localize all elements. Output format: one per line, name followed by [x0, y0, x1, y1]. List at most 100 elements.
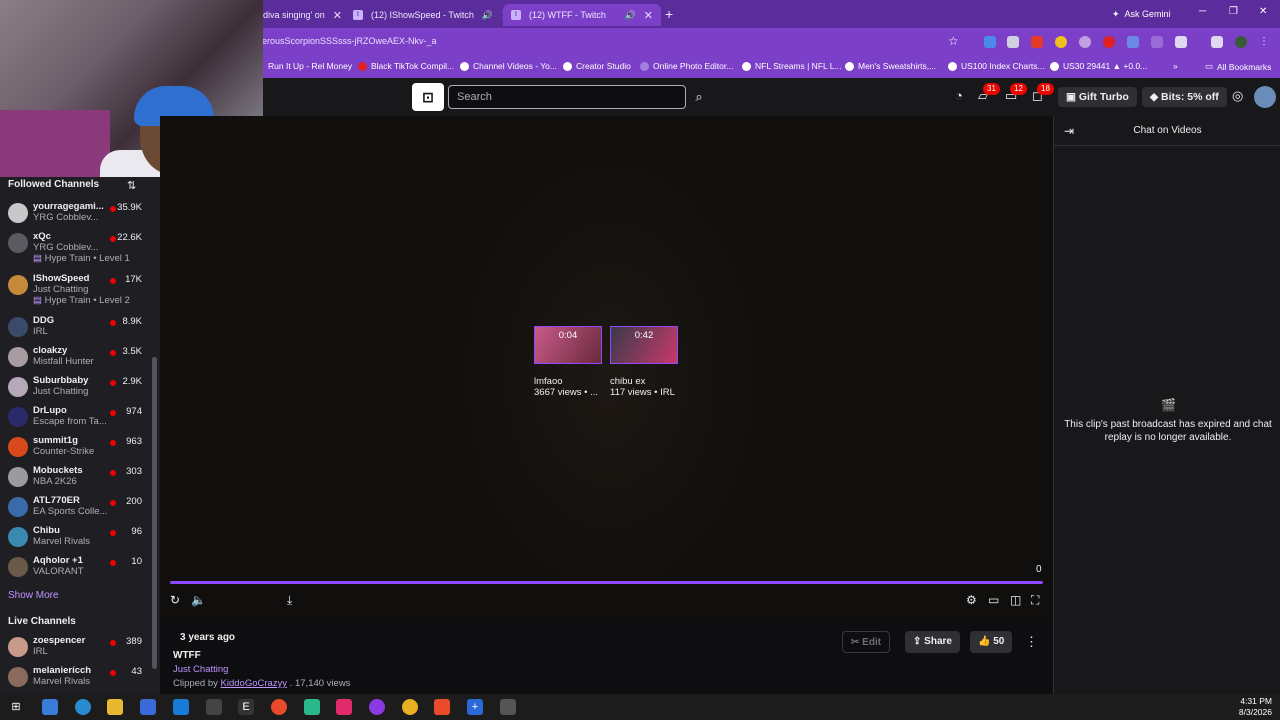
windows-start-icon[interactable]: ⊞ — [8, 699, 24, 715]
clip-category-link[interactable]: Just Chatting — [173, 664, 228, 675]
video-player[interactable] — [160, 116, 1053, 618]
bookmark-item[interactable]: Online Photo Editor... — [640, 61, 733, 71]
fullscreen-icon[interactable]: ⛶ — [1031, 593, 1039, 608]
speaker-icon[interactable]: 🔊 — [482, 10, 493, 21]
replay-icon[interactable]: ↻ — [170, 593, 180, 607]
menu-icon[interactable]: ⋮ — [1259, 36, 1271, 48]
search-icon[interactable]: ⌕ — [688, 85, 710, 109]
extension-icon[interactable] — [1007, 36, 1019, 48]
sidebar-channel[interactable]: xQc YRG Cobblev... ▤ Hype Train • Level 1 2… — [0, 231, 150, 273]
url-field[interactable]: erousScorpionSSSsss-jRZOweAEX-Nkv-_a — [262, 36, 437, 46]
download-icon[interactable]: ⤓ — [287, 593, 292, 608]
minimize-icon[interactable]: ─ — [1199, 6, 1206, 17]
extension-icon[interactable] — [1103, 36, 1115, 48]
recommended-clip[interactable]: 0:42 chibu ex 117 views • IRL — [610, 326, 678, 398]
app-icon[interactable] — [369, 699, 385, 715]
epic-icon[interactable]: E — [238, 699, 254, 715]
theatre-mode-icon[interactable]: ▭ — [988, 593, 999, 607]
tiktok-icon[interactable] — [336, 699, 352, 715]
crown-icon[interactable]: ◔ — [955, 88, 963, 103]
window-close-icon[interactable]: ✕ — [1259, 6, 1267, 17]
extension-icon[interactable] — [1055, 36, 1067, 48]
ask-gemini-button[interactable]: ✦ Ask Gemini — [1104, 5, 1179, 23]
app-icon[interactable] — [304, 699, 320, 715]
settings-gear-icon[interactable]: ⚙ — [966, 593, 977, 607]
new-tab-icon[interactable]: + — [665, 6, 673, 22]
like-button[interactable]: 👍 50 — [970, 631, 1013, 653]
more-options-icon[interactable]: ⋮ — [1025, 634, 1038, 650]
store-icon[interactable] — [140, 699, 156, 715]
prime-icon[interactable]: ◎ — [1232, 88, 1243, 104]
twitch-logo-icon[interactable]: ⊡ — [412, 83, 444, 111]
sidebar-channel[interactable]: Mobuckets NBA 2K26 303 — [0, 465, 150, 495]
extension-icon[interactable] — [1127, 36, 1139, 48]
bookmark-item[interactable]: Black TikTok Compil... — [358, 61, 454, 71]
sidebar-channel[interactable]: summit1g Counter-Strike 963 — [0, 435, 150, 465]
profile-avatar[interactable] — [1235, 36, 1247, 48]
app-icon[interactable]: + — [467, 699, 483, 715]
split-view-icon[interactable]: ◫ — [1010, 593, 1021, 607]
taskbar-clock[interactable]: 4:31 PM 8/3/2026 — [1239, 696, 1272, 718]
video-progress-bar[interactable] — [170, 581, 1043, 584]
bits-button[interactable]: ◆ Bits: 5% off — [1142, 87, 1227, 107]
extension-icon[interactable] — [1151, 36, 1163, 48]
extension-icon[interactable] — [1079, 36, 1091, 48]
search-input[interactable]: Search — [448, 85, 686, 109]
share-button[interactable]: ⇪ Share — [905, 631, 960, 653]
sidebar-channel[interactable]: yourragegami... YRG Cobblev... 35.9K — [0, 201, 150, 231]
bookmark-item[interactable]: Channel Videos - Yo... — [460, 61, 557, 71]
puzzle-icon[interactable] — [1175, 36, 1187, 48]
user-avatar[interactable] — [1254, 86, 1276, 108]
bookmark-item[interactable]: NFL Streams | NFL L... — [742, 61, 842, 71]
show-more-link[interactable]: Show More — [8, 590, 59, 601]
volume-icon[interactable]: 🔈 — [191, 593, 206, 607]
steam-icon[interactable] — [206, 699, 222, 715]
all-bookmarks[interactable]: ▭ All Bookmarks — [1205, 61, 1271, 72]
app-icon[interactable] — [500, 699, 516, 715]
bookmark-item[interactable]: Creator Studio — [563, 61, 631, 71]
chrome-icon[interactable] — [402, 699, 418, 715]
sidebar-channel[interactable]: IShowSpeed Just Chatting ▤ Hype Train • Le… — [0, 273, 150, 315]
bookmark-item[interactable]: US30 29441 ▲ +0.0... — [1050, 61, 1147, 71]
maximize-icon[interactable]: ❐ — [1229, 6, 1238, 17]
more-bookmarks-icon[interactable]: » — [1173, 61, 1178, 71]
browser-tab-2[interactable]: t (12) IShowSpeed - Twitch 🔊 ✕ — [345, 4, 518, 26]
bookmark-item[interactable]: Men's Sweatshirts,... — [845, 61, 936, 71]
sidebar-channel[interactable]: zoespencer IRL 389 — [0, 635, 150, 665]
obs-icon[interactable] — [271, 699, 287, 715]
live-channels-header: Live Channels — [8, 616, 76, 627]
sidebar-channel[interactable]: Aqholor +1 VALORANT 10 — [0, 555, 150, 585]
extension-icon[interactable] — [984, 36, 996, 48]
close-icon[interactable]: ✕ — [644, 9, 653, 22]
edit-button[interactable]: ✂ Edit — [842, 631, 891, 653]
sidebar-channel[interactable]: ATL770ER EA Sports Colle... 200 — [0, 495, 150, 525]
bookmark-item[interactable]: US100 Index Charts... — [948, 61, 1045, 71]
sidebar-channel[interactable]: Suburbbaby Just Chatting 2.9K — [0, 375, 150, 405]
mail-icon[interactable] — [173, 699, 189, 715]
browser-tab-1[interactable]: diva singing' on ✕ — [255, 4, 350, 26]
sidebar-channel[interactable]: melanierícch Marvel Rivals 43 — [0, 665, 150, 695]
app-icon[interactable] — [434, 699, 450, 715]
bookmark-item[interactable]: Run It Up - Rel Money — [268, 61, 352, 71]
channel-game: Marvel Rivals — [33, 536, 91, 547]
edge-icon[interactable] — [75, 699, 91, 715]
recommended-clip[interactable]: 0:04 lmfaoo 3667 views • ... — [534, 326, 602, 398]
sidebar-channel[interactable]: cloakzy Mistfall Hunter 3.5K — [0, 345, 150, 375]
viewer-count: 96 — [131, 526, 142, 537]
sidebar-channel[interactable]: DrLupo Escape from Ta... 974 — [0, 405, 150, 435]
sidebar-channel[interactable]: Chibu Marvel Rivals 96 — [0, 525, 150, 555]
browser-tab-3[interactable]: t (12) WTFF - Twitch 🔊 ✕ — [503, 4, 661, 26]
close-icon[interactable]: ✕ — [333, 9, 342, 22]
media-icon[interactable] — [1211, 36, 1223, 48]
sidebar-channel[interactable]: DDG IRL 8.9K — [0, 315, 150, 345]
sort-icon[interactable]: ⇅ — [127, 179, 136, 192]
copilot-icon[interactable] — [42, 699, 58, 715]
speaker-icon[interactable]: 🔊 — [625, 10, 636, 21]
clipper-link[interactable]: KiddoGoCrazyy — [221, 678, 288, 689]
sidebar-scrollbar[interactable] — [152, 357, 157, 669]
gift-turbo-button[interactable]: ▣ Gift Turbo — [1058, 87, 1137, 107]
channel-avatar — [8, 467, 28, 487]
file-explorer-icon[interactable] — [107, 699, 123, 715]
bookmark-star-icon[interactable]: ☆ — [948, 34, 959, 48]
extension-icon[interactable] — [1031, 36, 1043, 48]
